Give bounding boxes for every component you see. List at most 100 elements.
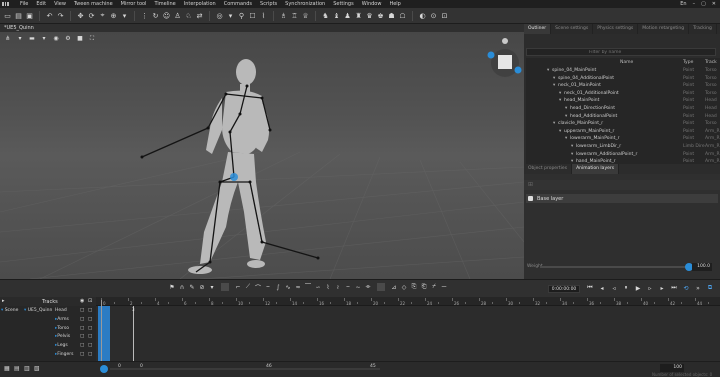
pose-lib-2-icon[interactable]: ♝ xyxy=(332,11,341,20)
outliner-row[interactable]: ▾ head_AdditionalPoint Point Head xyxy=(526,113,720,121)
graph-editor-icon[interactable]: ▤ xyxy=(14,365,20,372)
redo-icon[interactable]: ↷ xyxy=(56,11,65,20)
track-lock-toggle[interactable]: □ xyxy=(88,316,92,324)
next-frame-icon[interactable]: ▹ xyxy=(646,284,654,292)
time-range-start-handle[interactable] xyxy=(100,365,108,373)
outliner-row[interactable]: ▾ head_DirectionPoint Point Head xyxy=(526,105,720,113)
track-lock-toggle[interactable]: □ xyxy=(88,333,92,341)
tab-animation-layers[interactable]: Animation layers xyxy=(572,164,620,174)
dropdown-chevron-icon[interactable]: ▾ xyxy=(226,11,235,20)
menu-commands[interactable]: Commands xyxy=(220,1,256,7)
tab-tracking[interactable]: Tracking xyxy=(689,24,717,34)
scene-track[interactable]: ▾ Scene xyxy=(1,307,18,315)
column-track[interactable]: Track xyxy=(705,60,717,65)
layer-enabled-checkbox[interactable] xyxy=(528,196,533,201)
prev-key-icon[interactable]: ◂ xyxy=(598,284,606,292)
undo-icon[interactable]: ↶ xyxy=(45,11,54,20)
visibility-header-icon[interactable]: ◉ xyxy=(80,298,84,304)
collapse-icon[interactable]: ▸ xyxy=(2,298,5,304)
expand-icon[interactable]: ▾ xyxy=(547,67,549,75)
track-visibility-toggle[interactable]: □ xyxy=(80,307,84,315)
tab-object-properties[interactable]: Object properties xyxy=(524,164,573,174)
settings-icon[interactable]: ⚙ xyxy=(64,35,72,42)
expand-icon[interactable]: ▾ xyxy=(565,135,567,143)
track-row[interactable]: ▸Torso □ □ xyxy=(55,325,96,333)
fullscreen-icon[interactable]: ⛶ xyxy=(88,35,96,42)
outliner-row[interactable]: ▾ spine_04_MainPoint Point Torso xyxy=(526,67,720,75)
record-camera-icon[interactable]: ■ xyxy=(76,35,84,42)
expand-icon[interactable]: ▾ xyxy=(553,120,555,128)
character-icon[interactable]: ☺ xyxy=(162,11,171,20)
overshoot-icon[interactable]: ⌢ xyxy=(344,283,352,291)
pause-icon[interactable]: ⏸ xyxy=(622,284,630,292)
3d-viewport[interactable] xyxy=(0,32,524,279)
outliner-row[interactable]: ▾ lowerarm_LimbDir_r Limb Dire Arm_R xyxy=(526,143,720,151)
close-icon[interactable]: ✕ xyxy=(712,1,716,7)
range-start-field[interactable]: 0 xyxy=(140,364,143,369)
key-filter-icon[interactable]: ⊿ xyxy=(390,283,398,291)
smooth-icon[interactable]: ∼ xyxy=(354,283,362,291)
menu-scripts[interactable]: Scripts xyxy=(256,1,281,7)
restore-icon[interactable]: ▢ xyxy=(701,1,706,7)
expand-icon[interactable]: ▾ xyxy=(571,151,573,159)
track-row[interactable]: ▸Arms □ □ xyxy=(55,316,96,324)
weight-slider-track[interactable] xyxy=(540,266,686,268)
outliner-row[interactable]: ▾ upperarm_MainPoint_r Point Arm_R xyxy=(526,128,720,136)
grid-icon[interactable]: ⋮ xyxy=(140,11,149,20)
expand-icon[interactable]: ▾ xyxy=(571,143,573,151)
pelvis-selected-joint[interactable] xyxy=(230,173,238,181)
auto-tangent-icon[interactable]: ≈ xyxy=(294,283,302,291)
range-end-field[interactable]: 45 xyxy=(370,364,376,369)
playhead[interactable] xyxy=(101,300,102,361)
track-visibility-toggle[interactable]: □ xyxy=(80,342,84,350)
filter-icon[interactable]: ⚑ xyxy=(168,283,176,291)
outliner-row[interactable]: ▾ neck_01_MainPoint Point Torso xyxy=(526,82,720,90)
elastic-icon[interactable]: ≀ xyxy=(334,283,342,291)
track-visibility-toggle[interactable]: □ xyxy=(80,351,84,359)
track-row[interactable]: ▸Pelvis □ □ xyxy=(55,333,96,341)
time-range-scrollbar[interactable] xyxy=(110,368,380,370)
tab-motion-retargeting[interactable]: Motion retargeting xyxy=(638,24,690,34)
rig-icon[interactable]: ♙ xyxy=(173,11,182,20)
track-visibility-toggle[interactable]: □ xyxy=(80,333,84,341)
dope-sheet-icon[interactable]: ▥ xyxy=(24,365,30,372)
timeline-keyframe-area[interactable] xyxy=(96,306,720,361)
minimize-icon[interactable]: – xyxy=(693,1,696,7)
bounce-icon[interactable]: ⌇ xyxy=(324,283,332,291)
menu-synchronization[interactable]: Synchronization xyxy=(281,1,329,7)
track-row[interactable]: Head □ □ xyxy=(55,307,96,315)
dropdown-chevron-icon[interactable]: ▾ xyxy=(40,35,48,42)
outliner-row[interactable]: ▾ clavicle_MainPoint_r Point Torso xyxy=(526,120,720,128)
dropdown-chevron-icon[interactable]: ▾ xyxy=(16,35,24,42)
language-selector[interactable]: En xyxy=(680,1,686,7)
column-name[interactable]: Name xyxy=(620,60,633,65)
expand-icon[interactable]: ▾ xyxy=(1,308,3,313)
onion-skin-icon[interactable]: ⧉ xyxy=(706,284,714,292)
base-layer-row[interactable]: Base layer xyxy=(526,194,718,203)
go-to-end-icon[interactable]: ⏭ xyxy=(670,284,678,292)
outliner-row[interactable]: ▾ spine_04_AdditionalPoint Point Torso xyxy=(526,75,720,83)
tab-physics-settings[interactable]: Physics settings xyxy=(593,24,639,34)
snap-icon[interactable]: ⌖ xyxy=(98,11,107,20)
menu-file[interactable]: File xyxy=(16,1,32,7)
expand-icon[interactable]: ▾ xyxy=(553,82,555,90)
menu-tween-machine[interactable]: Tween machine xyxy=(70,1,117,7)
step-curve-icon[interactable]: ⌐ xyxy=(234,283,242,291)
expand-icon[interactable]: ▾ xyxy=(565,105,567,113)
new-file-icon[interactable]: ▭ xyxy=(3,11,12,20)
menu-view[interactable]: View xyxy=(50,1,70,7)
track-visibility-toggle[interactable]: □ xyxy=(80,325,84,333)
menu-window[interactable]: Window xyxy=(358,1,386,7)
checkbox-icon[interactable]: ☐ xyxy=(248,11,257,20)
outliner-row[interactable]: ▾ lowerarm_AdditionalPoint_r Point Arm_R xyxy=(526,151,720,159)
ease-inout-icon[interactable]: ∫ xyxy=(274,283,282,291)
dropdown-chevron-icon[interactable]: ▾ xyxy=(208,283,216,291)
viewport-tab[interactable]: *UE5_Quinn xyxy=(0,24,524,32)
pose-lib-5-icon[interactable]: ♛ xyxy=(365,11,374,20)
expand-icon[interactable]: ▾ xyxy=(559,128,561,136)
ease-in-icon[interactable]: ⌒ xyxy=(254,283,262,292)
key-edit-icon[interactable]: ✎ xyxy=(188,283,196,291)
visibility-icon[interactable]: ◉ xyxy=(52,35,60,42)
save-icon[interactable]: ▣ xyxy=(25,11,34,20)
outliner-row[interactable]: ▾ neck_01_AdditionalPoint Point Torso xyxy=(526,90,720,98)
